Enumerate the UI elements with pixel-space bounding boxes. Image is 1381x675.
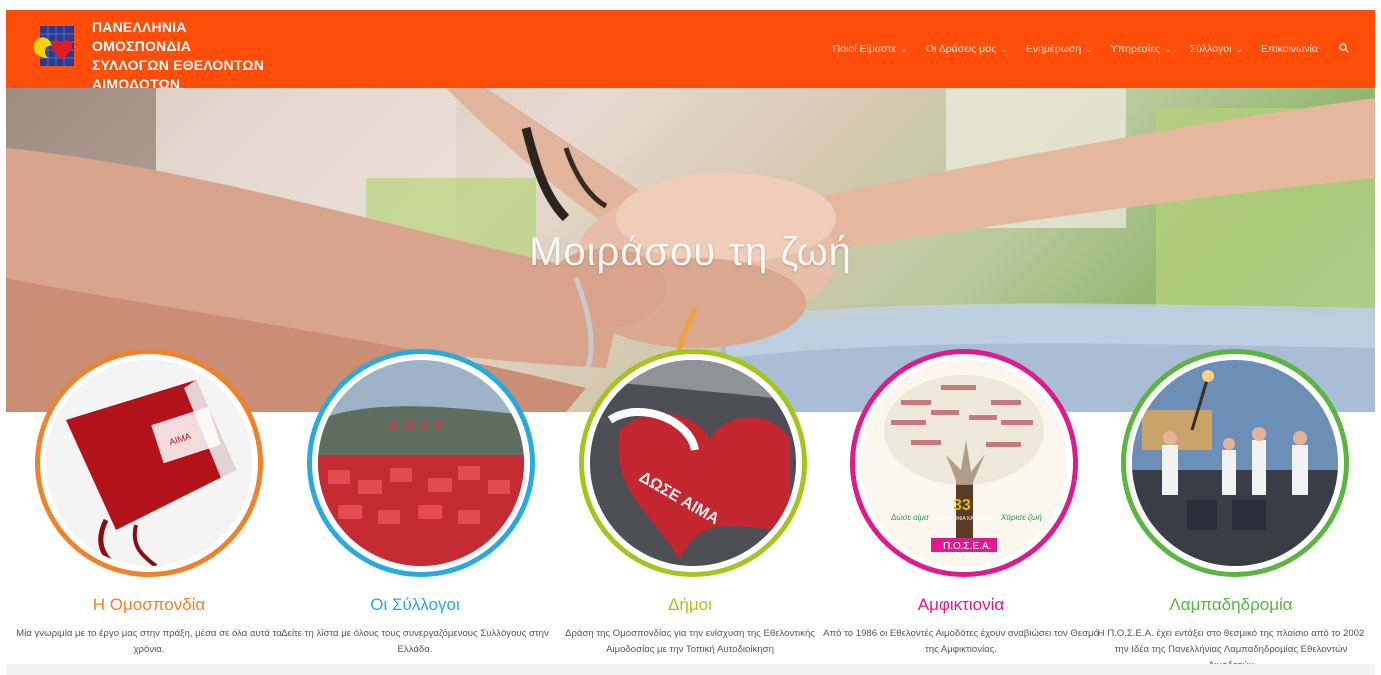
chevron-down-icon: ⌄ bbox=[1085, 43, 1093, 54]
card-text-associations: Δείτε τη λίστα με όλους τους συνεργαζόμε… bbox=[281, 628, 549, 655]
nav-item-news[interactable]: Ενημέρωση ⌄ bbox=[1017, 10, 1102, 88]
poster-caption: ΑΜΦΙΚΤΙΟΝΙΑ ΚΑΣΤΟΡΙΑ bbox=[933, 516, 992, 522]
chevron-down-icon: ⌄ bbox=[1164, 43, 1172, 54]
page-bottom-edge bbox=[6, 664, 1375, 675]
card-title-torch-relay[interactable]: Λαμπαδηδρομία bbox=[1101, 595, 1361, 615]
nav-label: Σύλλογοι bbox=[1189, 43, 1232, 55]
card-circle-associations[interactable]: ΑΟΣΕ bbox=[312, 354, 530, 572]
hero-title: Μοιράσου τη ζωή bbox=[529, 230, 852, 274]
card-circle-federation[interactable]: ΑΙΜΑ bbox=[40, 354, 258, 572]
nav-label: Ποιοί Είμαστε bbox=[832, 43, 897, 55]
logo-line-2: ΣΥΛΛΟΓΩΝ ΕΘΕΛΟΝΤΩΝ bbox=[92, 57, 265, 73]
card-title-amphictyony[interactable]: Αμφικτιονία bbox=[831, 595, 1091, 615]
card-title-municipalities[interactable]: Δήμοι bbox=[560, 595, 820, 615]
main-nav: Ποιοί Είμαστε ⌄ Οι Δράσεις μας ⌄ Ενημέρω… bbox=[824, 10, 1361, 88]
road-heart-image: ΔΩΣΕ ΑΙΜΑ bbox=[590, 360, 796, 566]
card-text-torch-relay: Η Π.Ο.Σ.Ε.Α. έχει εντάξει στο θεσμικό τη… bbox=[1097, 628, 1365, 666]
search-icon[interactable] bbox=[1327, 42, 1361, 56]
card-title-associations[interactable]: Οι Σύλλογοι bbox=[285, 595, 545, 615]
chevron-down-icon: ⌄ bbox=[1000, 43, 1008, 54]
posea-logo-text: Π.Ο.Σ.Ε.Α. bbox=[943, 541, 991, 552]
site-logo[interactable]: ΠΑΝΕΛΛΗΝΙΑ ΟΜΟΣΠΟΝΔΙΑ ΣΥΛΛΟΓΩΝ ΕΘΕΛΟΝΤΩΝ… bbox=[30, 18, 280, 92]
card-text-federation: Μία γνωριμία με το έργο μας στην πράξη, … bbox=[16, 628, 282, 655]
nav-item-services[interactable]: Υπηρεσίες ⌄ bbox=[1102, 10, 1181, 88]
poster-right-slogan: Χάρισε ζωή bbox=[1000, 513, 1042, 522]
nav-item-contact[interactable]: Επικοινωνία bbox=[1252, 10, 1327, 88]
crowd-image: ΑΟΣΕ bbox=[318, 360, 524, 566]
chevron-down-icon: ⌄ bbox=[900, 43, 908, 54]
blood-bag-image: ΑΙΜΑ bbox=[46, 360, 252, 566]
site-header: ΠΑΝΕΛΛΗΝΙΑ ΟΜΟΣΠΟΝΔΙΑ ΣΥΛΛΟΓΩΝ ΕΘΕΛΟΝΤΩΝ… bbox=[6, 10, 1375, 92]
card-circle-municipalities[interactable]: ΔΩΣΕ ΑΙΜΑ bbox=[584, 354, 802, 572]
card-title-federation[interactable]: Η Ομοσπονδία bbox=[19, 595, 279, 615]
card-circle-torch-relay[interactable] bbox=[1126, 354, 1344, 572]
association-sign: ΑΟΣΕ bbox=[388, 417, 450, 433]
tree-poster-image: 33 ΑΜΦΙΚΤΙΟΝΙΑ ΚΑΣΤΟΡΙΑ Δώσε αίμα Χάρισε… bbox=[861, 360, 1067, 566]
card-text-municipalities: Δράση της Ομοσπονδίας για την ενίσχυση τ… bbox=[565, 628, 815, 655]
anniversary-badge: 33 bbox=[953, 497, 971, 514]
nav-label: Οι Δράσεις μας bbox=[925, 43, 997, 55]
nav-item-actions[interactable]: Οι Δράσεις μας ⌄ bbox=[917, 10, 1017, 88]
nav-item-associations[interactable]: Σύλλογοι ⌄ bbox=[1181, 10, 1252, 88]
nav-item-about[interactable]: Ποιοί Είμαστε ⌄ bbox=[824, 10, 917, 88]
nav-label: Επικοινωνία bbox=[1261, 43, 1318, 55]
logo-icon bbox=[30, 22, 82, 74]
torch-relay-image bbox=[1132, 360, 1338, 566]
chevron-down-icon: ⌄ bbox=[1235, 43, 1244, 54]
nav-label: Υπηρεσίες bbox=[1110, 43, 1161, 55]
card-circle-amphictyony[interactable]: 33 ΑΜΦΙΚΤΙΟΝΙΑ ΚΑΣΤΟΡΙΑ Δώσε αίμα Χάρισε… bbox=[855, 354, 1073, 572]
card-text-amphictyony: Από το 1986 οι Εθελοντές Αιμοδότες έχουν… bbox=[823, 628, 1099, 655]
logo-line-1: ΠΑΝΕΛΛΗΝΙΑ ΟΜΟΣΠΟΝΔΙΑ bbox=[92, 19, 192, 54]
nav-label: Ενημέρωση bbox=[1025, 43, 1082, 55]
poster-left-slogan: Δώσε αίμα bbox=[890, 513, 929, 522]
